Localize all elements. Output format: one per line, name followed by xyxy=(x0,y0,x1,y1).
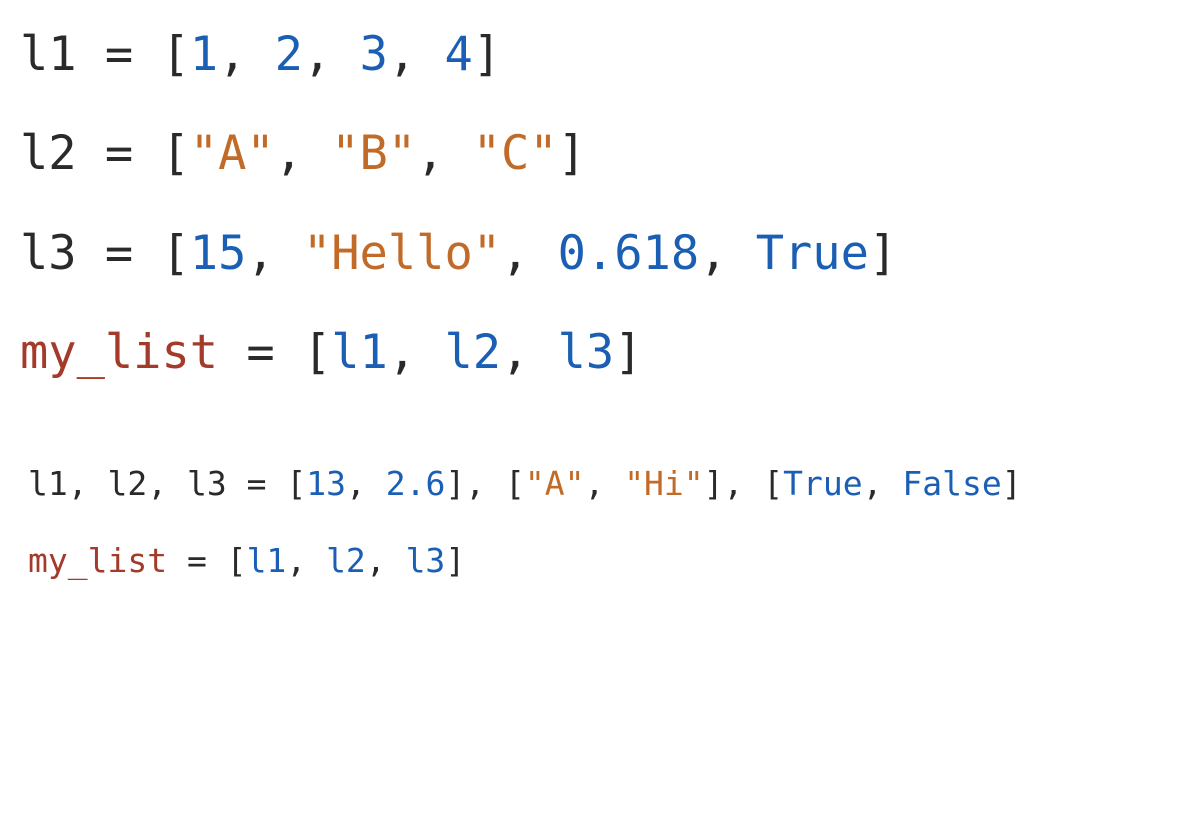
code-token: , xyxy=(699,226,756,281)
code-token: ] xyxy=(869,226,897,281)
code-token: ] xyxy=(473,27,501,82)
code-token: "C" xyxy=(473,126,558,181)
code-token: , xyxy=(863,464,903,503)
code-line: my_list = [l1, l2, l3] xyxy=(28,544,1197,579)
code-line: my_list = [l1, l2, l3] xyxy=(20,328,1197,377)
code-token: , xyxy=(501,325,558,380)
code-token: "A" xyxy=(525,464,585,503)
code-token: , xyxy=(584,464,624,503)
code-token: 2.6 xyxy=(386,464,446,503)
code-token: l1 xyxy=(247,541,287,580)
code-token: ] xyxy=(445,541,465,580)
code-token: l2 xyxy=(444,325,501,380)
code-token: = [ xyxy=(227,464,306,503)
code-token: ], [ xyxy=(704,464,783,503)
code-token: ] xyxy=(614,325,642,380)
code-token: my_list xyxy=(28,541,167,580)
code-line: l1 = [1, 2, 3, 4] xyxy=(20,30,1197,79)
code-token: l1 xyxy=(331,325,388,380)
code-token: , xyxy=(416,126,473,181)
code-token: l3 xyxy=(20,226,77,281)
code-token: "B" xyxy=(331,126,416,181)
code-token: = [ xyxy=(77,27,190,82)
code-block-large: l1 = [1, 2, 3, 4]l2 = ["A", "B", "C"]l3 … xyxy=(0,30,1197,377)
code-token: 13 xyxy=(306,464,346,503)
code-token: l1 xyxy=(28,464,68,503)
code-token: , xyxy=(275,126,332,181)
code-token: True xyxy=(756,226,869,281)
code-token: = [ xyxy=(77,226,190,281)
code-token: l2 xyxy=(20,126,77,181)
code-token: 4 xyxy=(444,27,472,82)
code-token: , xyxy=(388,27,445,82)
code-line: l3 = [15, "Hello", 0.618, True] xyxy=(20,229,1197,278)
code-token: my_list xyxy=(20,325,218,380)
code-token: , xyxy=(366,541,406,580)
code-token: 0.618 xyxy=(558,226,699,281)
code-token: = [ xyxy=(218,325,331,380)
code-token: 2 xyxy=(275,27,303,82)
code-token: ], [ xyxy=(445,464,524,503)
code-token: , xyxy=(303,27,360,82)
code-token: = [ xyxy=(77,126,190,181)
code-token: "Hi" xyxy=(624,464,703,503)
code-token: , xyxy=(346,464,386,503)
code-token: , xyxy=(501,226,558,281)
code-token: l1 xyxy=(20,27,77,82)
code-token: 15 xyxy=(190,226,247,281)
code-token: 1 xyxy=(190,27,218,82)
code-token: "Hello" xyxy=(303,226,501,281)
code-line: l1, l2, l3 = [13, 2.6], ["A", "Hi"], [Tr… xyxy=(28,467,1197,502)
code-token: l3 xyxy=(187,464,227,503)
code-token: = [ xyxy=(167,541,246,580)
code-token: l2 xyxy=(108,464,148,503)
code-token: , xyxy=(147,464,187,503)
code-token: , xyxy=(218,27,275,82)
code-token: False xyxy=(902,464,1001,503)
code-line: l2 = ["A", "B", "C"] xyxy=(20,129,1197,178)
code-token: l3 xyxy=(406,541,446,580)
code-token: ] xyxy=(558,126,586,181)
code-token: , xyxy=(286,541,326,580)
code-block-small: l1, l2, l3 = [13, 2.6], ["A", "Hi"], [Tr… xyxy=(0,467,1197,578)
code-token: , xyxy=(388,325,445,380)
code-token: , xyxy=(68,464,108,503)
code-token: ] xyxy=(1002,464,1022,503)
code-token: True xyxy=(783,464,862,503)
code-token: , xyxy=(246,226,303,281)
code-token: 3 xyxy=(360,27,388,82)
code-token: l3 xyxy=(558,325,615,380)
code-token: l2 xyxy=(326,541,366,580)
code-token: "A" xyxy=(190,126,275,181)
